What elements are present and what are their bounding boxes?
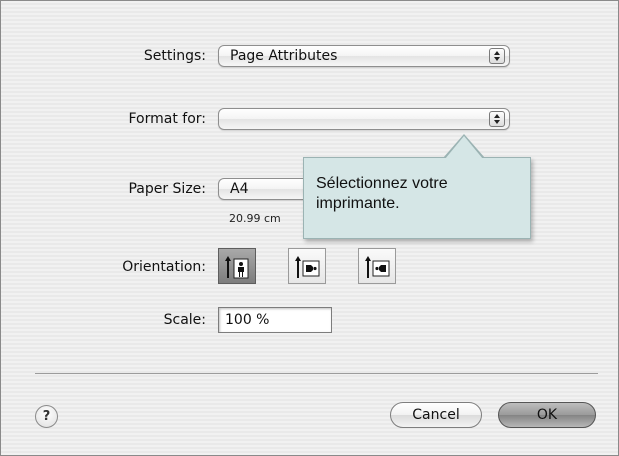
paper-size-label: Paper Size:	[128, 181, 206, 197]
page-setup-dialog: Settings: Page Attributes Format for: Pa…	[0, 0, 619, 456]
orientation-label: Orientation:	[122, 259, 206, 275]
scale-field[interactable]	[218, 307, 332, 333]
orientation-portrait-button[interactable]	[218, 248, 256, 284]
orientation-reverse-landscape-button[interactable]	[358, 248, 396, 284]
settings-label: Settings:	[143, 48, 206, 64]
paper-size-value: A4	[230, 181, 249, 197]
scale-label: Scale:	[163, 312, 206, 328]
settings-value: Page Attributes	[230, 48, 338, 64]
tooltip-callout: Sélectionnez votre imprimante.	[303, 134, 531, 239]
help-button[interactable]: ?	[35, 405, 58, 428]
separator	[35, 373, 598, 374]
tooltip-text: Sélectionnez votre imprimante.	[316, 175, 448, 212]
settings-popup[interactable]: Page Attributes	[218, 45, 510, 67]
format-for-label: Format for:	[128, 111, 206, 127]
portrait-orientation-icon	[225, 256, 249, 279]
paper-dimensions: 20.99 cm	[229, 212, 281, 225]
cancel-button[interactable]: Cancel	[390, 402, 482, 428]
reverse-landscape-orientation-icon	[365, 256, 390, 278]
ok-button[interactable]: OK	[498, 402, 596, 428]
landscape-orientation-icon	[295, 256, 320, 278]
format-for-popup[interactable]	[218, 108, 510, 130]
orientation-landscape-button[interactable]	[288, 248, 326, 284]
up-down-arrows-icon	[489, 48, 505, 64]
up-down-arrows-icon	[489, 111, 505, 127]
scale-input[interactable]	[219, 308, 331, 332]
